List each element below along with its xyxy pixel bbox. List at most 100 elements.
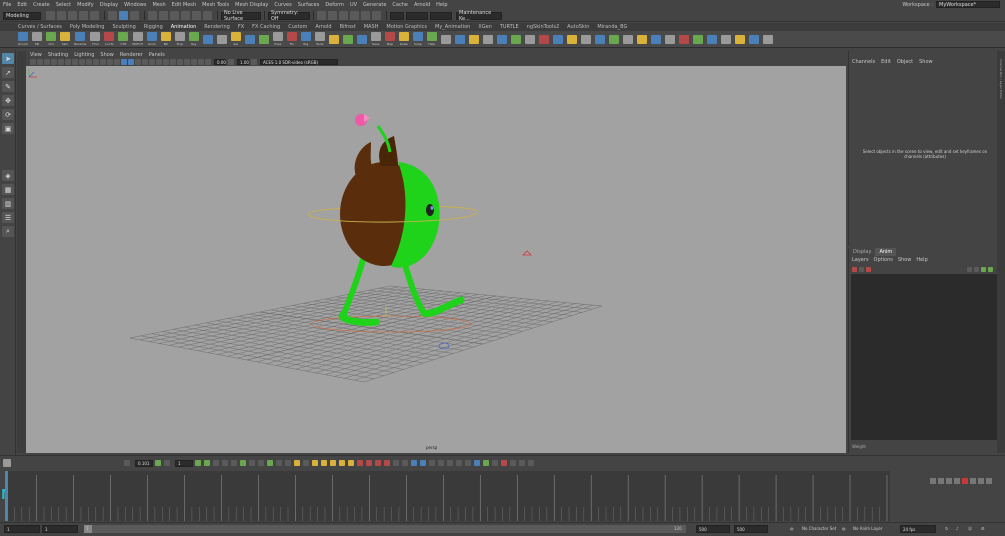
two-view-icon[interactable]: ▥ xyxy=(2,198,14,209)
channel-menu-edit[interactable]: Edit xyxy=(881,59,891,65)
current-frame-field[interactable]: 0.101 xyxy=(135,459,153,467)
paint-select-tool-icon[interactable]: ✎ xyxy=(2,81,14,92)
delete-key-icon[interactable] xyxy=(357,460,363,466)
menu-uv[interactable]: UV xyxy=(350,2,357,8)
ipr-render-icon[interactable] xyxy=(339,11,348,20)
shelf-tab-arnold[interactable]: Arnold xyxy=(315,24,331,30)
lasso-tool-icon[interactable]: ➚ xyxy=(2,67,14,78)
shelf-tool-button-35[interactable] xyxy=(510,34,521,44)
dope-sheet-icon[interactable] xyxy=(402,460,408,466)
options-icon[interactable] xyxy=(510,460,516,466)
time-slider[interactable] xyxy=(5,471,890,521)
workspace-selector[interactable]: Workspace : MyWorkspace* xyxy=(902,1,1000,8)
color-space-dropdown[interactable]: ACES 1.0 SDR-video (sRGB) xyxy=(260,59,338,65)
menu-modify[interactable]: Modify xyxy=(77,2,94,8)
channel-box-tab-label[interactable]: Channel Box / Layer Editor xyxy=(999,59,1003,99)
color-management-icon[interactable] xyxy=(251,59,257,65)
ambient-occlusion-icon[interactable] xyxy=(163,59,169,65)
redo-icon[interactable] xyxy=(90,11,99,20)
shelf-tool-find[interactable]: Find xyxy=(90,32,101,46)
move-tool-icon[interactable]: ✥ xyxy=(2,95,14,106)
reverse-icon[interactable] xyxy=(438,460,444,466)
shelf-tool-pill[interactable]: Pill xyxy=(32,32,43,46)
shelf-tab-mash[interactable]: MASH xyxy=(364,24,379,30)
menu-generate[interactable]: Generate xyxy=(363,2,386,8)
go-to-end-icon[interactable] xyxy=(986,478,992,484)
bookmark-icon[interactable] xyxy=(44,59,50,65)
menu-cache[interactable]: Cache xyxy=(392,2,408,8)
menu-mesh-display[interactable]: Mesh Display xyxy=(235,2,268,8)
zoom-icon[interactable]: ⌕ xyxy=(2,226,14,237)
snap-surface-icon[interactable] xyxy=(181,11,190,20)
playback-start-field[interactable]: 1 xyxy=(42,525,78,533)
input-field-1[interactable] xyxy=(390,11,404,20)
shelf-tool-button-44[interactable] xyxy=(636,34,647,44)
lights-icon[interactable] xyxy=(149,59,155,65)
menu-create[interactable]: Create xyxy=(33,2,50,8)
shelf-tool-flop[interactable]: Flop xyxy=(174,32,185,46)
symmetry-field[interactable]: Symmetry: Off xyxy=(268,10,310,22)
anim-layer-dropdown[interactable]: No Anim Layer xyxy=(853,526,882,531)
tangent-icon-1[interactable] xyxy=(249,460,255,466)
channel-menu-object[interactable]: Object xyxy=(897,59,913,65)
shelf-tool-button-14[interactable] xyxy=(216,34,227,44)
shelf-tab-animation[interactable]: Animation xyxy=(171,24,197,30)
settings-icon[interactable] xyxy=(519,460,525,466)
shelf-tool-ctr[interactable]: CTR xyxy=(118,32,129,46)
shelf-tool-button-30[interactable] xyxy=(440,34,451,44)
menu-help[interactable]: Help xyxy=(436,2,447,8)
menu-curves[interactable]: Curves xyxy=(274,2,291,8)
shelf-tool-bk[interactable]: BK xyxy=(160,32,171,46)
shelf-tool-button-40[interactable] xyxy=(580,34,591,44)
current-time-indicator[interactable] xyxy=(5,471,8,521)
shelf-tool-skin[interactable]: Skin xyxy=(60,32,71,46)
mute-icon[interactable] xyxy=(465,460,471,466)
trax-icon[interactable] xyxy=(393,460,399,466)
channel-menu-channels[interactable]: Channels xyxy=(852,59,875,65)
shelf-tool-button-34[interactable] xyxy=(496,34,507,44)
anti-alias-icon[interactable] xyxy=(177,59,183,65)
viewport-menu-renderer[interactable]: Renderer xyxy=(120,52,143,58)
shelf-tool-match[interactable]: MATCH xyxy=(132,32,143,46)
shelf-tool-button-32[interactable] xyxy=(468,34,479,44)
shadows-icon[interactable] xyxy=(156,59,162,65)
make-live-icon[interactable] xyxy=(203,11,212,20)
character-set-icon[interactable]: ◍ xyxy=(790,526,794,531)
arnold-render-icon[interactable] xyxy=(372,11,381,20)
viewport-menu-show[interactable]: Show xyxy=(100,52,114,58)
shelf-tab-fx-caching[interactable]: FX Caching xyxy=(252,24,280,30)
anim-end-field[interactable]: 500 xyxy=(734,525,768,533)
shelf-tool-fix[interactable]: Fix xyxy=(286,32,297,46)
fps-dropdown[interactable]: 24 fps xyxy=(900,525,936,533)
menu-edit-mesh[interactable]: Edit Mesh xyxy=(172,2,196,8)
prev-key-playback-icon[interactable] xyxy=(946,478,952,484)
select-object-icon[interactable] xyxy=(119,11,128,20)
record-icon[interactable] xyxy=(501,460,507,466)
wireframe-on-shaded-icon[interactable] xyxy=(135,59,141,65)
shelf-tool-sel[interactable]: Sel xyxy=(230,32,241,46)
next-key-playback-icon[interactable] xyxy=(978,478,984,484)
viewport-menu-view[interactable]: View xyxy=(30,52,42,58)
menu-surfaces[interactable]: Surfaces xyxy=(298,2,320,8)
safe-title-icon[interactable] xyxy=(114,59,120,65)
shelf-tool-button-22[interactable] xyxy=(328,34,339,44)
shelf-tool-rename[interactable]: Rename xyxy=(74,32,86,46)
shelf-tool-button-16[interactable] xyxy=(244,34,255,44)
tangent-icon-4[interactable] xyxy=(276,460,282,466)
shelf-tool-map[interactable]: Map xyxy=(384,32,395,46)
new-layer-selected-icon[interactable] xyxy=(859,266,864,272)
menu-display[interactable]: Display xyxy=(100,2,118,8)
textured-icon[interactable] xyxy=(142,59,148,65)
shelf-tool-help[interactable]: Help xyxy=(426,32,437,46)
viewport-menu-shading[interactable]: Shading xyxy=(48,52,68,58)
move-layer-down-icon[interactable] xyxy=(974,266,979,272)
layer-list[interactable] xyxy=(851,274,997,440)
step-down-icon[interactable] xyxy=(164,460,170,466)
play-backward-icon[interactable] xyxy=(954,478,960,484)
menu-select[interactable]: Select xyxy=(56,2,71,8)
layer-tab-anim[interactable]: Anim xyxy=(875,248,897,256)
single-view-icon[interactable]: ◈ xyxy=(2,170,14,181)
safe-action-icon[interactable] xyxy=(107,59,113,65)
smooth-shade-icon[interactable] xyxy=(128,59,134,65)
gamma-icon[interactable] xyxy=(228,59,234,65)
